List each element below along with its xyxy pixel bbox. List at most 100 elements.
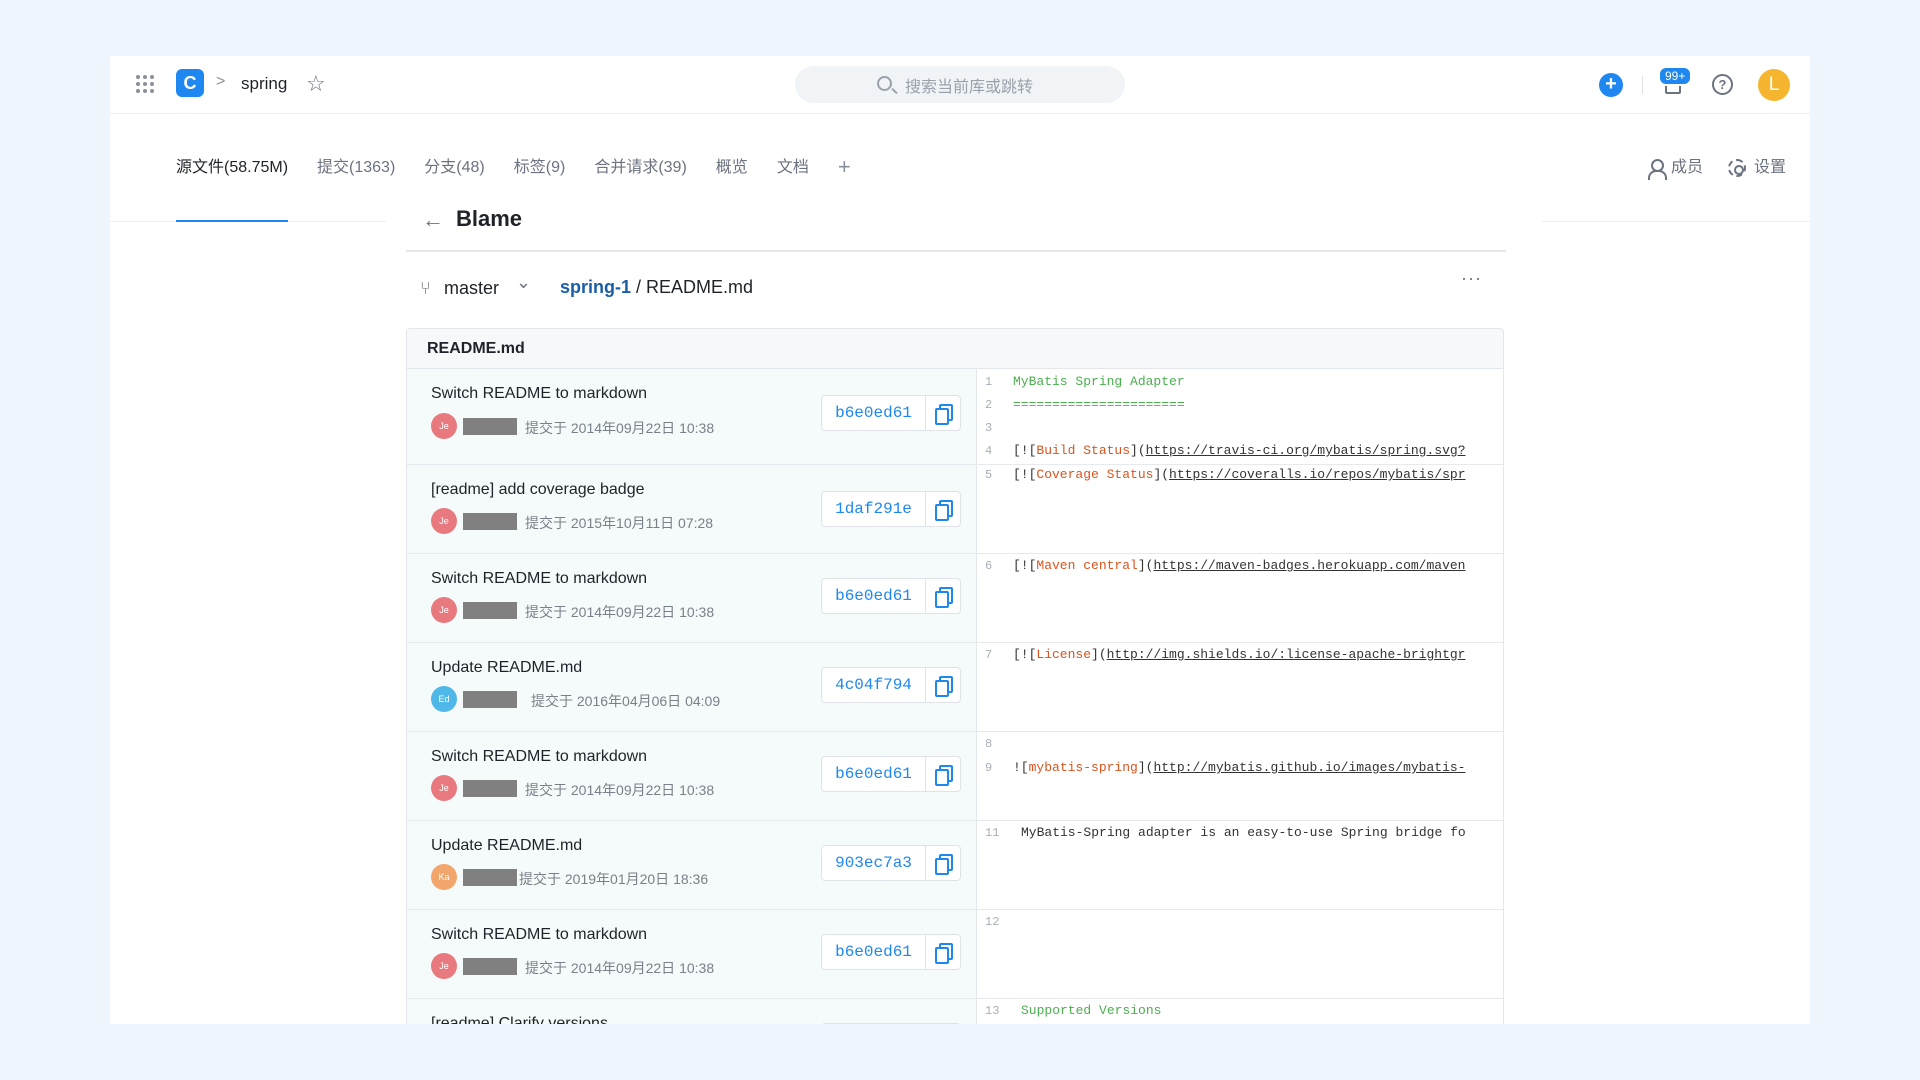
code-text: [![License](http://img.shields.io/:licen… xyxy=(1013,647,1466,662)
code-line: 7 [![License](http://img.shields.io/:lice… xyxy=(977,643,1503,667)
line-number: 6 xyxy=(985,559,993,573)
copy-icon[interactable] xyxy=(926,846,960,880)
line-number: 11 xyxy=(985,826,1000,840)
commit-sha-link[interactable]: 1daf291e xyxy=(822,492,926,526)
settings-label: 设置 xyxy=(1754,159,1787,176)
commit-info: [readme] Clarify versions e2a01c868 xyxy=(407,999,977,1024)
commit-time: 提交于 2014年09月22日 10:38 xyxy=(525,960,715,976)
logo-icon[interactable]: C xyxy=(176,69,204,97)
commit-message[interactable]: [readme] add coverage badge xyxy=(431,481,644,499)
blame-panel: ← Blame ⑂ master ⌄ spring-1 / README.md … xyxy=(386,186,1542,1024)
code-text: Supported Versions xyxy=(1021,1003,1162,1018)
commit-sha-link[interactable]: b6e0ed61 xyxy=(822,757,926,791)
tab-commits[interactable]: 提交(1363) xyxy=(317,114,395,222)
code-line: 9 ![mybatis-spring](http://mybatis.github… xyxy=(977,756,1503,780)
commit-sha-link[interactable]: b6e0ed61 xyxy=(822,396,926,430)
back-arrow-icon[interactable]: ← xyxy=(422,207,444,233)
code-block: 7 [![License](http://img.shields.io/:lice… xyxy=(977,643,1503,731)
more-options-icon[interactable]: ··· xyxy=(1461,268,1482,289)
app-grid-icon[interactable] xyxy=(136,75,154,93)
members-label: 成员 xyxy=(1671,159,1704,176)
avatar[interactable]: Je xyxy=(431,775,457,801)
commit-sha-link[interactable]: 903ec7a3 xyxy=(822,846,926,880)
branch-selector[interactable]: master xyxy=(444,278,499,299)
code-block: 5 [![Coverage Status](https://coveralls.i… xyxy=(977,465,1503,553)
commit-message[interactable]: Update README.md xyxy=(431,659,582,677)
copy-icon[interactable] xyxy=(926,396,960,430)
line-number: 7 xyxy=(985,648,993,662)
code-line: 1 MyBatis Spring Adapter xyxy=(977,370,1503,394)
code-text: [![Build Status](https://travis-ci.org/m… xyxy=(1013,443,1466,458)
avatar[interactable]: Je xyxy=(431,413,457,439)
blame-row: Update README.md Ed 提交于 2016年04月06日 04:0… xyxy=(407,643,1503,732)
commit-message[interactable]: Switch README to markdown xyxy=(431,926,647,944)
sha-box: e2a01c868 xyxy=(821,1023,961,1024)
code-line: 2 ====================== xyxy=(977,393,1503,417)
member-icon xyxy=(1648,159,1667,180)
commit-info: Update README.md Ed 提交于 2016年04月06日 04:0… xyxy=(407,643,977,731)
blame-row: [readme] add coverage badge Je 提交于 2015年… xyxy=(407,465,1503,554)
sha-box: b6e0ed61 xyxy=(821,756,961,792)
code-block: 13 Supported Versions 14 -----------------… xyxy=(977,999,1503,1024)
search-input[interactable]: 搜索当前库或跳转 xyxy=(795,66,1125,103)
create-button[interactable]: + xyxy=(1599,73,1623,97)
commit-time: 提交于 2014年09月22日 10:38 xyxy=(525,782,715,798)
line-number: 4 xyxy=(985,444,993,458)
commit-message[interactable]: Switch README to markdown xyxy=(431,385,647,403)
copy-icon[interactable] xyxy=(926,492,960,526)
tab-source-files[interactable]: 源文件(58.75M) xyxy=(176,114,289,222)
line-number: 1 xyxy=(985,375,993,389)
file-toolbar: ⑂ master ⌄ spring-1 / README.md ··· xyxy=(406,256,1506,318)
commit-sha-link[interactable]: b6e0ed61 xyxy=(822,579,926,613)
blame-file-box: README.md Switch README to markdown Je 提… xyxy=(406,328,1504,1024)
line-number: 2 xyxy=(985,398,993,412)
line-number: 9 xyxy=(985,761,993,775)
code-text: MyBatis-Spring adapter is an easy-to-use… xyxy=(1021,825,1466,840)
redacted-author xyxy=(463,958,517,975)
help-icon[interactable]: ? xyxy=(1712,74,1733,95)
copy-icon[interactable] xyxy=(926,579,960,613)
file-header: README.md xyxy=(407,329,1503,369)
commit-sha-link[interactable]: b6e0ed61 xyxy=(822,935,926,969)
commit-message[interactable]: Switch README to markdown xyxy=(431,570,647,588)
avatar[interactable]: Ed xyxy=(431,686,457,712)
commit-info: Update README.md Ka 提交于 2019年01月20日 18:3… xyxy=(407,821,977,909)
notification-badge: 99+ xyxy=(1658,66,1693,86)
commit-message[interactable]: [readme] Clarify versions xyxy=(431,1015,608,1024)
commit-info: Switch README to markdown Je 提交于 2014年09… xyxy=(407,554,977,642)
settings-button[interactable]: 设置 xyxy=(1728,114,1786,222)
avatar[interactable]: Je xyxy=(431,597,457,623)
code-line: 4 [![Build Status](https://travis-ci.org/… xyxy=(977,439,1503,463)
code-block: 6 [![Maven central](https://maven-badges.… xyxy=(977,554,1503,642)
code-block: 12 xyxy=(977,910,1503,998)
app-window: C > spring ☆ 搜索当前库或跳转 + 99+ ? L 源文件(58.7… xyxy=(110,56,1810,1024)
members-button[interactable]: 成员 xyxy=(1648,114,1703,222)
redacted-author xyxy=(463,869,517,886)
avatar[interactable]: Je xyxy=(431,953,457,979)
code-text: ====================== xyxy=(1013,397,1185,412)
repo-link[interactable]: spring-1 xyxy=(560,277,631,297)
code-text: ![mybatis-spring](http://mybatis.github.… xyxy=(1013,760,1466,775)
sha-box: 903ec7a3 xyxy=(821,845,961,881)
line-number: 3 xyxy=(985,421,993,435)
copy-icon[interactable] xyxy=(926,757,960,791)
repo-name-link[interactable]: spring xyxy=(241,74,287,94)
search-placeholder: 搜索当前库或跳转 xyxy=(905,78,1034,96)
chevron-down-icon[interactable]: ⌄ xyxy=(516,272,531,293)
code-line: 13 Supported Versions xyxy=(977,999,1503,1023)
gear-icon xyxy=(1728,159,1746,177)
branch-icon: ⑂ xyxy=(420,278,431,298)
avatar[interactable]: Je xyxy=(431,508,457,534)
commit-sha-link[interactable]: 4c04f794 xyxy=(822,668,926,702)
commit-message[interactable]: Update README.md xyxy=(431,837,582,855)
commit-message[interactable]: Switch README to markdown xyxy=(431,748,647,766)
blame-row: Update README.md Ka 提交于 2019年01月20日 18:3… xyxy=(407,821,1503,910)
user-avatar[interactable]: L xyxy=(1758,69,1790,101)
copy-icon[interactable] xyxy=(926,935,960,969)
code-block: 1 MyBatis Spring Adapter 2 ===============… xyxy=(977,369,1503,464)
star-icon[interactable]: ☆ xyxy=(306,71,326,97)
commit-time: 提交于 2015年10月11日 07:28 xyxy=(525,515,714,531)
avatar[interactable]: Ka xyxy=(431,864,457,890)
code-line: 11 MyBatis-Spring adapter is an easy-to-u… xyxy=(977,821,1503,845)
copy-icon[interactable] xyxy=(926,668,960,702)
